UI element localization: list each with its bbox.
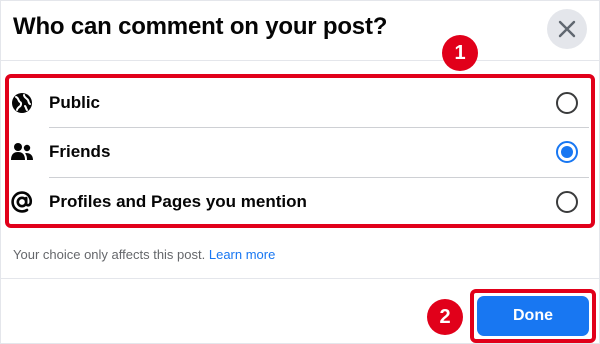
step-badge-2: 2 — [427, 299, 463, 335]
step-badge-1: 1 — [442, 35, 478, 71]
done-button[interactable]: Done — [477, 296, 589, 336]
dialog-title: Who can comment on your post? — [13, 13, 388, 40]
options-highlight-box — [5, 74, 595, 228]
comment-audience-dialog: Who can comment on your post? Public Fri… — [0, 0, 600, 344]
close-icon — [558, 20, 576, 38]
learn-more-link[interactable]: Learn more — [209, 247, 275, 262]
hint-text: Your choice only affects this post. Lear… — [13, 247, 275, 262]
hint-message: Your choice only affects this post. — [13, 247, 206, 262]
header-divider — [1, 60, 600, 61]
close-button[interactable] — [547, 9, 587, 49]
footer-divider — [1, 278, 600, 279]
